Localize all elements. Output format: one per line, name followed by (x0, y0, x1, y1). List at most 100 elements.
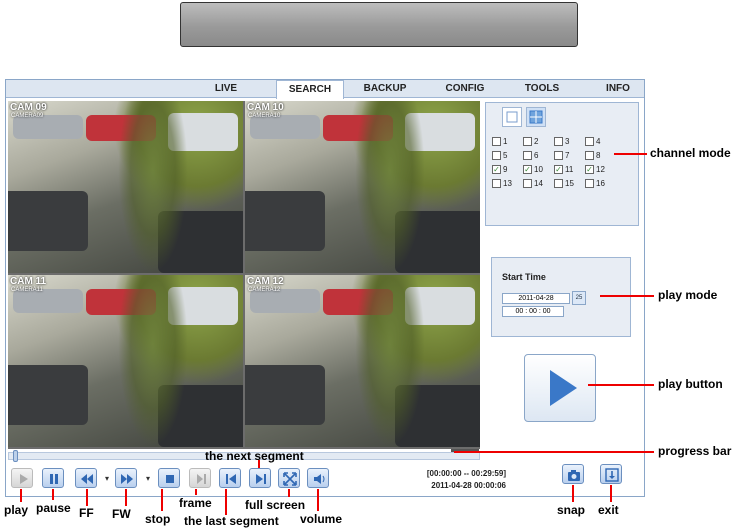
channel-checkbox[interactable]: 16 (585, 178, 605, 190)
scene-car (8, 365, 88, 425)
video-cell[interactable]: CAM 11 CAMERA11 (8, 275, 243, 447)
annotation-line (317, 489, 319, 511)
exit-icon (605, 468, 619, 482)
scene-tree (118, 101, 188, 273)
scene-tree (355, 275, 425, 447)
annotation-next-segment: the next segment (205, 449, 304, 463)
checkbox-box[interactable] (492, 137, 501, 147)
stop-button[interactable] (158, 468, 180, 488)
channel-checkbox[interactable]: ✓ 12 (585, 164, 605, 176)
exit-button[interactable] (600, 464, 622, 484)
fast-forward-icon (121, 474, 133, 484)
channel-checkbox[interactable]: 6 (523, 150, 538, 162)
annotation-full-screen: full screen (245, 498, 306, 512)
annotation-frame: frame (179, 496, 212, 510)
checkbox-box[interactable]: ✓ (554, 165, 563, 175)
annotation-line (125, 489, 127, 506)
channel-number: 4 (596, 137, 601, 146)
single-view-button[interactable] (502, 107, 522, 127)
speed-dropdown-icon[interactable]: ▾ (146, 475, 150, 483)
checkbox-box[interactable] (585, 137, 594, 147)
video-cell[interactable]: CAM 10 CAMERA10 (245, 101, 480, 273)
tab-live[interactable]: LIVE (201, 80, 251, 98)
channel-number: 1 (503, 137, 508, 146)
snap-button[interactable] (562, 464, 584, 484)
tab-tools[interactable]: TOOLS (516, 80, 568, 98)
channel-number: 3 (565, 137, 570, 146)
volume-icon (314, 474, 325, 484)
title-box (180, 2, 578, 47)
full-screen-button[interactable] (278, 468, 300, 488)
channel-checkbox[interactable]: 15 (554, 178, 574, 190)
annotation-line (600, 295, 654, 297)
volume-button[interactable] (307, 468, 329, 488)
channel-checkbox[interactable]: ✓ 10 (523, 164, 543, 176)
checkbox-box[interactable] (554, 179, 563, 189)
quad-view-button[interactable] (526, 107, 546, 127)
tab-backup[interactable]: BACKUP (356, 80, 414, 98)
channel-checkbox[interactable]: ✓ 9 (492, 164, 507, 176)
calendar-icon[interactable]: 25 (572, 291, 586, 305)
pause-button[interactable] (42, 468, 64, 488)
channel-checkbox[interactable]: 8 (585, 150, 600, 162)
channel-checkbox[interactable]: 2 (523, 136, 538, 148)
fast-forward-button[interactable] (115, 468, 137, 488)
play-control-button[interactable] (11, 468, 33, 488)
full-screen-icon (283, 472, 297, 486)
tab-info[interactable]: INFO (596, 80, 640, 98)
checkbox-box[interactable] (523, 137, 532, 147)
channel-number: 15 (565, 179, 574, 188)
checkbox-box[interactable] (523, 179, 532, 189)
play-button-large[interactable] (524, 354, 596, 422)
annotation-fw: FW (112, 507, 131, 521)
checkbox-box[interactable] (585, 179, 594, 189)
speed-dropdown-icon[interactable]: ▾ (105, 475, 109, 483)
checkbox-box[interactable]: ✓ (585, 165, 594, 175)
checkbox-box[interactable]: ✓ (523, 165, 532, 175)
video-cell[interactable]: CAM 12 CAMERA12 (245, 275, 480, 447)
channel-checkbox[interactable]: ✓ 11 (554, 164, 573, 176)
channel-checkbox[interactable]: 7 (554, 150, 569, 162)
camera-label: CAM 09 (10, 102, 47, 113)
checkbox-box[interactable] (554, 137, 563, 147)
video-cell[interactable]: CAM 09 CAMERA09 (8, 101, 243, 273)
channel-checkbox[interactable]: 1 (492, 136, 507, 148)
play-icon (20, 474, 28, 484)
channel-checkbox[interactable]: 14 (523, 178, 543, 190)
frame-button[interactable] (189, 468, 211, 488)
checkbox-box[interactable] (554, 151, 563, 161)
channel-number: 8 (596, 151, 601, 160)
channel-number: 10 (534, 165, 543, 174)
channel-checkbox[interactable]: 4 (585, 136, 600, 148)
tab-config[interactable]: CONFIG (436, 80, 494, 98)
channel-mode-panel: 1 2 3 4 5 6 7 8 ✓ 9 ✓ 10 ✓ 11 ✓ 12 13 14 15 16 (485, 102, 639, 226)
annotation-play-mode: play mode (658, 288, 718, 302)
camera-label: CAM 11 (10, 276, 47, 287)
time-range-text: [00:00:00 -- 00:29:59] (426, 469, 506, 478)
last-segment-button[interactable] (219, 468, 241, 488)
checkbox-box[interactable] (492, 151, 501, 161)
next-segment-button[interactable] (249, 468, 271, 488)
rewind-icon (81, 474, 93, 484)
frame-icon (197, 474, 206, 484)
progress-handle[interactable] (13, 450, 18, 462)
channel-checkbox[interactable]: 5 (492, 150, 507, 162)
checkbox-box[interactable]: ✓ (492, 165, 501, 175)
channel-number: 6 (534, 151, 539, 160)
checkbox-box[interactable] (523, 151, 532, 161)
annotation-line (288, 489, 290, 497)
channel-checkbox[interactable]: 3 (554, 136, 569, 148)
camera-sublabel: CAMERA11 (11, 287, 43, 293)
channel-number: 2 (534, 137, 539, 146)
checkbox-box[interactable] (585, 151, 594, 161)
start-time-field[interactable]: 00 : 00 : 00 (502, 306, 564, 317)
camera-icon (568, 470, 580, 481)
channel-number: 13 (503, 179, 512, 188)
tab-search[interactable]: SEARCH (276, 80, 344, 99)
pause-icon (50, 474, 58, 484)
channel-checkbox[interactable]: 13 (492, 178, 512, 190)
fast-rewind-button[interactable] (75, 468, 97, 488)
start-date-field[interactable]: 2011-04-28 (502, 293, 570, 304)
checkbox-box[interactable] (492, 179, 501, 189)
next-segment-icon (256, 474, 266, 484)
